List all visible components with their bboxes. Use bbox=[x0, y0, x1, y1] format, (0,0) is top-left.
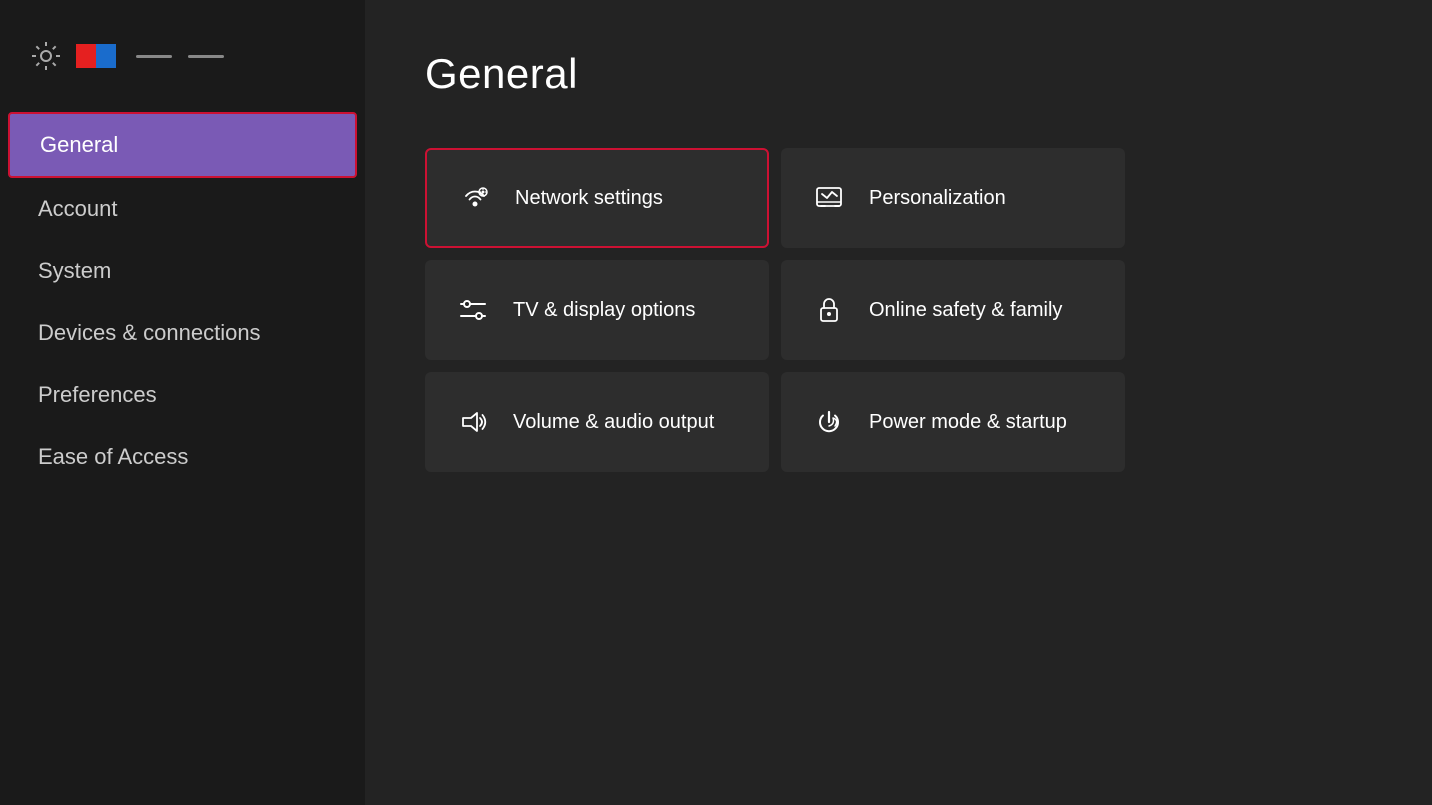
main-content: General Network settings bbox=[365, 0, 1432, 805]
sidebar-item-ease-of-access[interactable]: Ease of Access bbox=[8, 426, 357, 488]
sidebar-item-general[interactable]: General bbox=[8, 112, 357, 178]
tile-network-settings-label: Network settings bbox=[515, 185, 663, 211]
audio-icon bbox=[455, 404, 491, 440]
gear-icon bbox=[30, 40, 62, 72]
app-header bbox=[0, 40, 365, 112]
settings-grid: Network settings Personalization bbox=[425, 148, 1125, 472]
sidebar-item-devices-connections[interactable]: Devices & connections bbox=[8, 302, 357, 364]
power-icon bbox=[811, 404, 847, 440]
tile-online-safety[interactable]: Online safety & family bbox=[781, 260, 1125, 360]
display-icon bbox=[455, 292, 491, 328]
sidebar-item-account[interactable]: Account bbox=[8, 178, 357, 240]
sidebar-item-preferences[interactable]: Preferences bbox=[8, 364, 357, 426]
sidebar-item-system[interactable]: System bbox=[8, 240, 357, 302]
tile-volume-audio[interactable]: Volume & audio output bbox=[425, 372, 769, 472]
color-block-blue bbox=[96, 44, 116, 68]
page-title: General bbox=[425, 50, 1372, 98]
tile-tv-display[interactable]: TV & display options bbox=[425, 260, 769, 360]
tile-tv-display-label: TV & display options bbox=[513, 297, 695, 323]
tile-personalization-label: Personalization bbox=[869, 185, 1006, 211]
tile-network-settings[interactable]: Network settings bbox=[425, 148, 769, 248]
tile-online-safety-label: Online safety & family bbox=[869, 297, 1062, 323]
tile-volume-audio-label: Volume & audio output bbox=[513, 409, 714, 435]
divider-1 bbox=[136, 55, 172, 58]
tile-personalization[interactable]: Personalization bbox=[781, 148, 1125, 248]
divider-2 bbox=[188, 55, 224, 58]
color-blocks bbox=[76, 44, 116, 68]
network-icon bbox=[457, 180, 493, 216]
lock-icon bbox=[811, 292, 847, 328]
sidebar: General Account System Devices & connect… bbox=[0, 0, 365, 805]
personalization-icon bbox=[811, 180, 847, 216]
color-block-red bbox=[76, 44, 96, 68]
tile-power-mode-label: Power mode & startup bbox=[869, 409, 1067, 435]
tile-power-mode[interactable]: Power mode & startup bbox=[781, 372, 1125, 472]
sidebar-nav: General Account System Devices & connect… bbox=[0, 112, 365, 488]
